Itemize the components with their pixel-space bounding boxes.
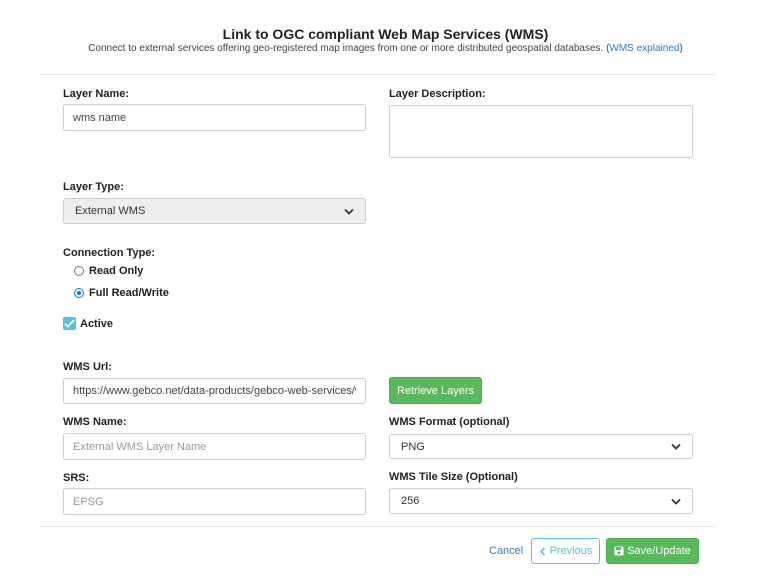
- header-divider: [40, 74, 715, 75]
- active-label: Active: [80, 317, 114, 330]
- cancel-button[interactable]: Cancel: [489, 545, 523, 557]
- wms-format-select[interactable]: PNG: [389, 434, 693, 459]
- footer-divider: [40, 526, 715, 527]
- chevron-down-icon: [671, 443, 681, 450]
- wms-tile-size-label: WMS Tile Size (Optional): [389, 471, 518, 483]
- wms-format-value: PNG: [401, 440, 425, 453]
- radio-read-only[interactable]: Read Only: [74, 265, 143, 277]
- connection-type-label: Connection Type:: [63, 247, 156, 259]
- radio-full-read-write-button[interactable]: [74, 288, 84, 298]
- layer-name-input[interactable]: [63, 104, 366, 131]
- wms-name-label: WMS Name:: [63, 416, 127, 428]
- previous-button[interactable]: Previous: [531, 538, 600, 564]
- retrieve-layers-button[interactable]: Retrieve Layers: [389, 377, 482, 404]
- wms-name-input[interactable]: [63, 433, 366, 460]
- page-title: Link to OGC compliant Web Map Services (…: [222, 26, 549, 42]
- wms-format-label: WMS Format (optional): [389, 416, 510, 428]
- radio-read-only-button[interactable]: [74, 266, 84, 276]
- layer-type-select[interactable]: External WMS: [63, 198, 366, 224]
- save-update-label: Save/Update: [627, 545, 691, 557]
- page-subtitle: Connect to external services offering ge…: [60, 43, 711, 54]
- srs-label: SRS:: [63, 472, 90, 484]
- wms-url-input[interactable]: [63, 378, 366, 404]
- save-update-button[interactable]: Save/Update: [606, 538, 699, 564]
- radio-full-read-write-label: Full Read/Write: [89, 287, 169, 299]
- wms-explained-link[interactable]: WMS explained: [609, 43, 679, 54]
- wms-tile-size-select[interactable]: 256: [389, 488, 693, 514]
- radio-full-read-write[interactable]: Full Read/Write: [74, 287, 169, 299]
- wms-url-label: WMS Url:: [63, 361, 112, 373]
- layer-type-label: Layer Type:: [63, 181, 124, 193]
- active-checkbox[interactable]: [63, 317, 76, 330]
- srs-input[interactable]: [63, 488, 366, 515]
- radio-read-only-label: Read Only: [89, 265, 144, 277]
- checkmark-icon: [64, 319, 75, 328]
- subtitle-text: Connect to external services offering ge…: [88, 43, 610, 54]
- previous-label: Previous: [549, 545, 593, 557]
- layer-name-label: Layer Name:: [63, 88, 130, 100]
- chevron-left-icon: [539, 546, 545, 556]
- layer-description-label: Layer Description:: [389, 88, 486, 100]
- wms-tile-size-value: 256: [401, 495, 420, 507]
- subtitle-close: ): [679, 43, 683, 54]
- layer-type-value: External WMS: [75, 205, 146, 217]
- layer-description-textarea[interactable]: [389, 105, 693, 158]
- active-checkbox-row[interactable]: Active: [63, 317, 113, 330]
- chevron-down-icon: [344, 208, 354, 215]
- chevron-down-icon: [671, 498, 681, 505]
- floppy-disk-icon: [614, 546, 624, 556]
